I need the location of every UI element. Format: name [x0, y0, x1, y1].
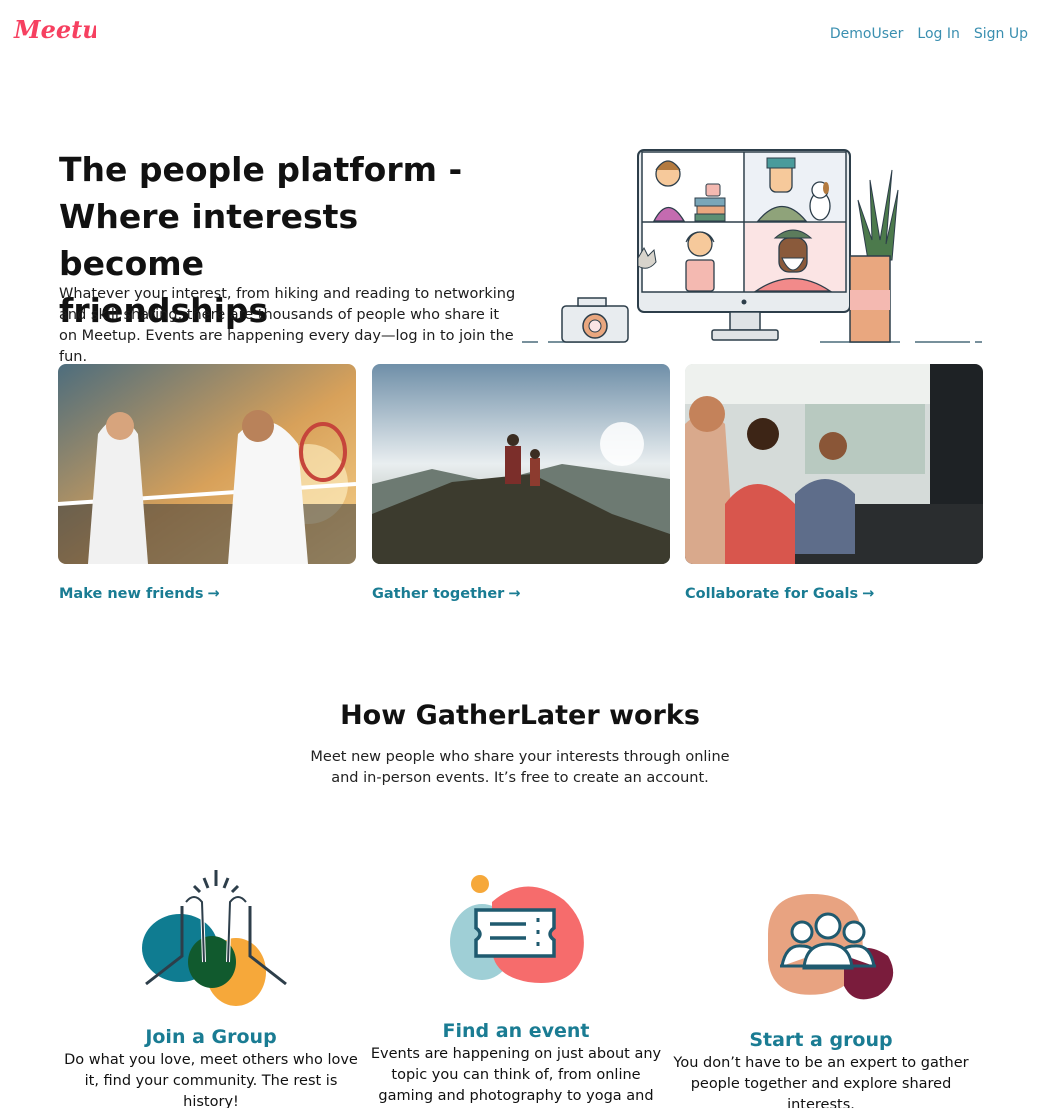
sign-up-link[interactable]: Sign Up [974, 26, 1028, 42]
classroom-photo[interactable] [685, 364, 983, 564]
hero-title-line-1: The people platform - [59, 150, 463, 189]
start-a-group-desc: You don’t have to be an expert to gather… [673, 1055, 969, 1108]
make-new-friends-label: Make new friends [59, 586, 204, 602]
video-call-illustration [522, 149, 982, 343]
hiking-photo-image [372, 364, 670, 564]
arrow-right-icon: → [508, 586, 521, 602]
gather-together-label: Gather together [372, 586, 505, 602]
find-an-event-desc: Events are happening on just about any t… [370, 1046, 662, 1104]
top-nav: DemoUser Log In Sign Up [830, 26, 1028, 42]
collaborate-for-goals-label: Collaborate for Goals [685, 586, 859, 602]
meetup-logo[interactable]: Meetup [12, 12, 96, 48]
ticket-icon [450, 875, 584, 983]
join-a-group-title[interactable]: Join a Group [60, 1026, 362, 1048]
classroom-photo-image [685, 364, 983, 564]
tennis-photo-image [58, 364, 356, 564]
demo-user-link[interactable]: DemoUser [830, 26, 904, 42]
high-five-icon [142, 870, 287, 1006]
how-it-works-subtitle: Meet new people who share your interests… [310, 749, 730, 786]
make-new-friends-link[interactable]: Make new friends → [59, 586, 220, 602]
people-group-icon [768, 894, 894, 1000]
svg-text:Meetup: Meetup [13, 15, 96, 44]
arrow-right-icon: → [207, 586, 220, 602]
hero-subtitle: Whatever your interest, from hiking and … [59, 286, 516, 365]
hiking-photo[interactable] [372, 364, 670, 564]
arrow-right-icon: → [862, 586, 875, 602]
find-an-event-title[interactable]: Find an event [366, 1020, 666, 1042]
hero-title-line-2: Where interests become [59, 197, 359, 283]
start-a-group-title[interactable]: Start a group [672, 1029, 970, 1051]
log-in-link[interactable]: Log In [917, 26, 959, 42]
photo-cards [58, 364, 984, 564]
gather-together-link[interactable]: Gather together → [372, 586, 520, 602]
join-a-group-desc: Do what you love, meet others who love i… [64, 1052, 358, 1108]
collaborate-for-goals-link[interactable]: Collaborate for Goals → [685, 586, 874, 602]
how-it-works-title: How GatherLater works [340, 700, 700, 731]
tennis-photo[interactable] [58, 364, 356, 564]
